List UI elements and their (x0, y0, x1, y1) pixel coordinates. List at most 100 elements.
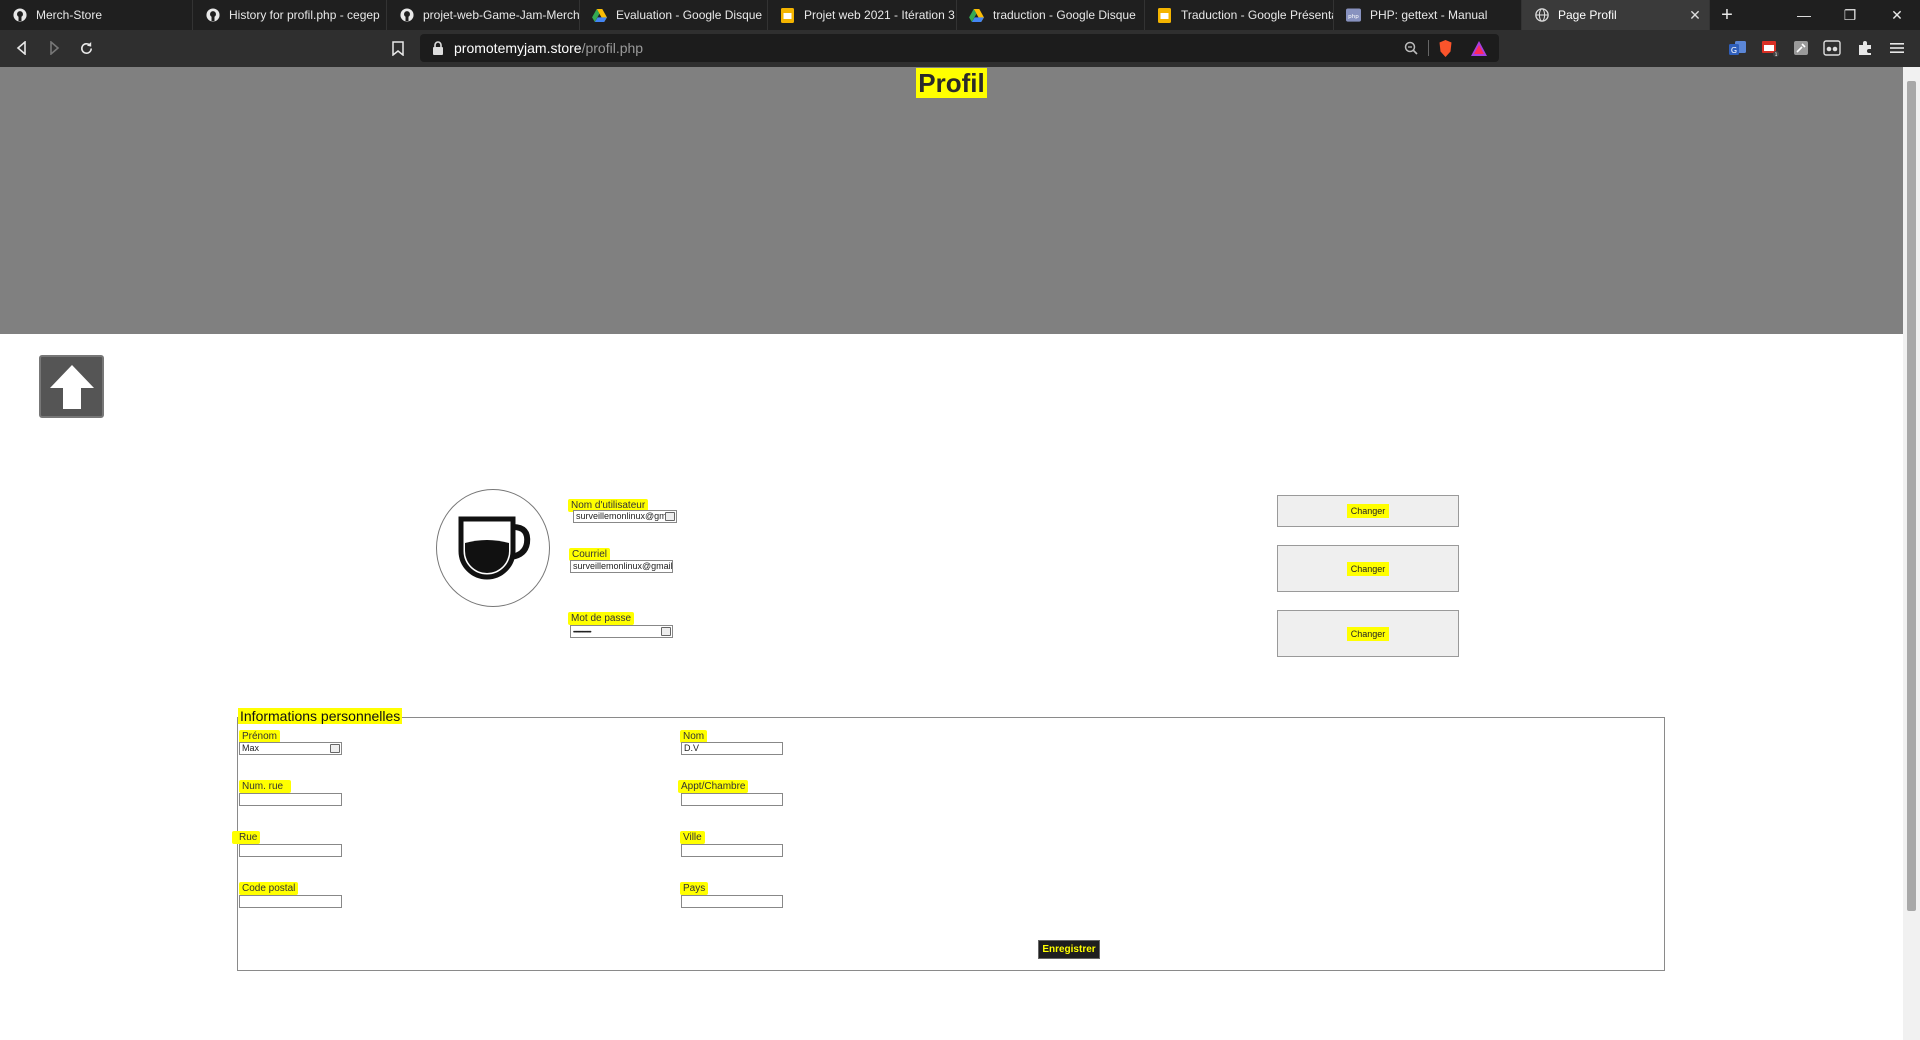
back-icon[interactable] (10, 36, 34, 60)
url-host: promotemyjam.store (454, 40, 582, 56)
prenom-value: Max (242, 743, 260, 753)
google-drive-icon (969, 8, 984, 23)
reload-icon[interactable] (74, 36, 98, 60)
tab-bar: Merch-Store History for profil.php - ceg… (0, 0, 1920, 30)
rue-label-wrap: Rue (232, 827, 261, 845)
nom-field[interactable]: D.V (681, 742, 783, 755)
url-path: /profil.php (581, 40, 644, 56)
close-tab-icon[interactable]: ✕ (1687, 7, 1703, 23)
google-slides-icon (1157, 7, 1172, 23)
browser-toolbar: promotemyjam.store/profil.php G 1 (0, 30, 1920, 67)
pays-label-wrap: Pays (680, 878, 709, 896)
google-drive-icon (592, 8, 607, 23)
page-viewport: Profil Nom d'utilisateur surveillemonlin… (0, 67, 1903, 1040)
bookmark-icon[interactable] (386, 36, 410, 60)
ville-label-wrap: Ville (680, 827, 705, 845)
page-title: Profil (916, 68, 987, 98)
google-slides-icon (780, 7, 795, 23)
url-text: promotemyjam.store/profil.php (454, 40, 643, 56)
password-label-wrap: Mot de passe (568, 608, 635, 626)
pays-field[interactable] (681, 895, 783, 908)
tab-evaluation-drive[interactable]: Evaluation - Google Disque (580, 0, 768, 30)
tab-label: Evaluation - Google Disque (616, 8, 763, 22)
minimize-icon[interactable]: — (1781, 0, 1827, 30)
tab-label: projet-web-Game-Jam-Merch (423, 8, 579, 22)
tab-label: Merch-Store (36, 8, 103, 22)
header-banner: Profil (0, 67, 1903, 334)
code-postal-label: Code postal (239, 882, 299, 895)
scroll-top-button[interactable] (39, 355, 104, 418)
close-window-icon[interactable]: ✕ (1874, 0, 1920, 30)
tab-php-gettext[interactable]: php PHP: gettext - Manual (1334, 0, 1522, 30)
tab-label: Traduction - Google Présentation (1181, 8, 1333, 22)
new-tab-button[interactable]: + (1714, 2, 1740, 28)
page-scrollbar[interactable] (1903, 67, 1920, 1040)
appt-label-wrap: Appt/Chambre (678, 776, 749, 794)
coffee-cup-icon (458, 516, 531, 580)
translate-extension-icon[interactable]: G (1729, 39, 1747, 57)
keyboard-icon[interactable] (661, 627, 671, 636)
tab-history-profil[interactable]: History for profil.php - cegep (193, 0, 387, 30)
personal-info-legend: Informations personnelles (238, 708, 403, 724)
tab-label: Page Profil (1558, 8, 1617, 22)
extensions-puzzle-icon[interactable] (1856, 39, 1874, 57)
save-label: Enregistrer (1042, 944, 1096, 955)
tab-label: History for profil.php - cegep (229, 8, 380, 22)
tab-traduction-drive[interactable]: traduction - Google Disque (957, 0, 1145, 30)
reader-extension-icon[interactable] (1823, 39, 1841, 57)
tab-merch-store[interactable]: Merch-Store (0, 0, 193, 30)
tab-label: Projet web 2021 - Itération 3 (804, 8, 955, 22)
change-password-button[interactable]: Changer (1277, 610, 1459, 657)
github-icon (399, 8, 414, 23)
num-rue-label: Num. rue (239, 780, 292, 793)
password-field[interactable]: •••••••••••••••• (570, 625, 673, 638)
lock-icon (432, 41, 446, 55)
save-button[interactable]: Enregistrer (1038, 940, 1100, 959)
forward-icon[interactable] (42, 36, 66, 60)
change-username-button[interactable]: Changer (1277, 495, 1459, 527)
keyboard-icon[interactable] (330, 744, 340, 753)
code-postal-label-wrap: Code postal (239, 878, 299, 896)
restore-icon[interactable]: ❐ (1827, 0, 1873, 30)
personal-info-legend-wrap: Informations personnelles (238, 708, 403, 726)
ville-field[interactable] (681, 844, 783, 857)
calendar-extension-icon[interactable]: 1 (1761, 39, 1779, 57)
num-rue-field[interactable] (239, 793, 342, 806)
brave-shield-icon[interactable] (1436, 39, 1454, 57)
svg-text:1: 1 (1775, 52, 1778, 57)
svg-text:G: G (1731, 46, 1737, 55)
svg-text:php: php (1348, 14, 1359, 20)
address-bar[interactable]: promotemyjam.store/profil.php (420, 34, 1499, 62)
nom-value: D.V (684, 743, 700, 753)
change-username-label: Changer (1346, 504, 1390, 518)
tab-traduction-slides[interactable]: Traduction - Google Présentation (1145, 0, 1334, 30)
username-field[interactable]: surveillemonlinux@gmail (573, 510, 677, 523)
username-value: surveillemonlinux@gmail (576, 511, 676, 521)
zoom-icon[interactable] (1402, 39, 1420, 57)
email-field[interactable]: surveillemonlinux@gmail (570, 560, 673, 573)
php-icon: php (1346, 8, 1361, 23)
scrollbar-thumb[interactable] (1907, 81, 1916, 911)
code-postal-field[interactable] (239, 895, 342, 908)
divider (1428, 40, 1429, 56)
tab-projet-web-2021[interactable]: Projet web 2021 - Itération 3 (768, 0, 957, 30)
num-rue-label-wrap: Num. rue (239, 776, 292, 794)
tab-label: traduction - Google Disque (993, 8, 1136, 22)
appt-field[interactable] (681, 793, 783, 806)
password-label: Mot de passe (568, 612, 635, 625)
keyboard-icon[interactable] (665, 512, 675, 521)
email-value: surveillemonlinux@gmail (573, 561, 673, 571)
avatar (436, 489, 550, 607)
appt-label: Appt/Chambre (678, 780, 749, 793)
globe-icon (1534, 8, 1549, 23)
change-email-button[interactable]: Changer (1277, 545, 1459, 592)
prenom-field[interactable]: Max (239, 742, 342, 755)
brave-rewards-icon[interactable] (1470, 39, 1488, 57)
personal-info-fieldset (237, 717, 1665, 971)
tab-projet-web-game-jam[interactable]: projet-web-Game-Jam-Merch (387, 0, 580, 30)
tools-extension-icon[interactable] (1792, 39, 1810, 57)
rue-field[interactable] (239, 844, 342, 857)
menu-icon[interactable] (1888, 39, 1906, 57)
password-value: •••••••••••••••• (573, 630, 592, 636)
tab-page-profil[interactable]: Page Profil ✕ (1522, 0, 1710, 30)
